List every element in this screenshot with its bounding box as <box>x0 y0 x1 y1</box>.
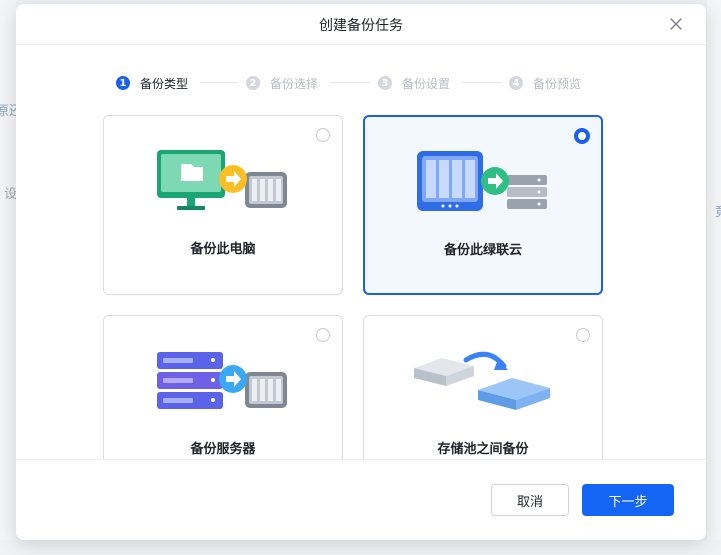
dialog-footer: 取消 下一步 <box>16 459 706 540</box>
server-to-nas-icon <box>104 346 342 418</box>
background-text-fragment: 竟 <box>715 201 721 220</box>
dialog-title: 创建备份任务 <box>319 18 403 34</box>
computer-to-nas-icon <box>104 146 342 218</box>
option-label: 备份此电脑 <box>190 242 256 257</box>
step-connector <box>200 82 238 83</box>
step-3: 3 备份设置 <box>378 74 450 92</box>
background-left-panel <box>0 0 16 555</box>
option-label: 备份服务器 <box>190 442 256 457</box>
cancel-button[interactable]: 取消 <box>491 484 569 516</box>
step-2: 2 备份选择 <box>246 74 318 92</box>
step-label: 备份设置 <box>402 76 451 91</box>
step-label: 备份选择 <box>270 76 319 91</box>
option-card-backup-this-nas[interactable]: 备份此绿联云 <box>363 115 603 295</box>
next-step-button[interactable]: 下一步 <box>582 484 674 516</box>
option-label: 备份此绿联云 <box>443 243 522 258</box>
close-button[interactable] <box>666 14 686 34</box>
dialog-header: 创建备份任务 <box>16 4 706 45</box>
step-connector <box>462 82 502 83</box>
step-number: 2 <box>246 76 260 90</box>
step-label: 备份类型 <box>140 76 189 91</box>
radio-button-selected[interactable] <box>574 128 590 144</box>
pool-to-pool-icon <box>364 346 602 418</box>
step-4: 4 备份预览 <box>509 74 581 92</box>
background-right-panel <box>707 0 721 555</box>
radio-button[interactable] <box>316 328 330 342</box>
option-card-backup-this-computer[interactable]: 备份此电脑 <box>103 115 343 295</box>
step-label: 备份预览 <box>533 76 582 91</box>
step-connector <box>330 82 370 83</box>
radio-button[interactable] <box>316 128 330 142</box>
close-icon <box>670 18 682 30</box>
radio-button[interactable] <box>576 328 590 342</box>
step-number: 3 <box>378 76 392 90</box>
nas-to-server-icon <box>365 147 601 219</box>
step-number: 1 <box>116 76 130 90</box>
background-bottom-panel <box>0 540 721 555</box>
option-label: 存储池之间备份 <box>437 442 529 457</box>
create-backup-dialog: 创建备份任务 1 备份类型 2 备份选择 3 备份设置 4 备份预览 备份此电脑… <box>16 4 706 540</box>
step-1: 1 备份类型 <box>116 74 188 92</box>
step-number: 4 <box>509 76 523 90</box>
